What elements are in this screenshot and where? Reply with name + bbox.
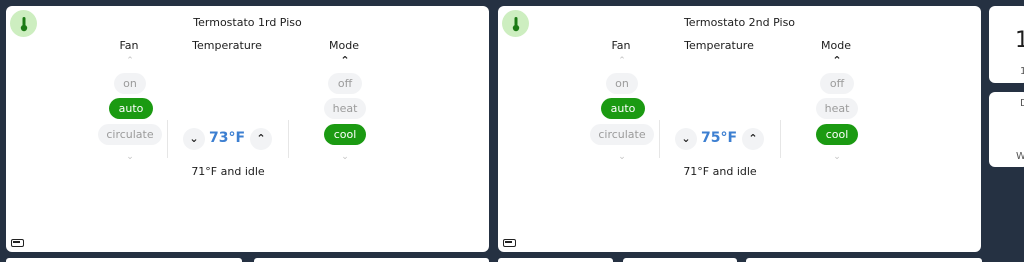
fan-option-auto[interactable]: auto	[109, 98, 153, 119]
mode-option-heat[interactable]: heat	[816, 98, 858, 119]
temp-increase-button[interactable]: ⌃	[742, 128, 764, 150]
mode-chevron-down-icon[interactable]: ⌄	[827, 152, 847, 162]
fan-chevron-down-icon[interactable]: ⌄	[612, 152, 632, 162]
next-row-card[interactable]	[498, 258, 613, 262]
mode-option-off[interactable]: off	[328, 73, 362, 94]
side-card-2[interactable]: D W	[989, 92, 1024, 167]
mode-chevron-down-icon[interactable]: ⌄	[335, 152, 355, 162]
next-row-card[interactable]	[254, 258, 489, 262]
fan-chevron-up-icon[interactable]: ⌃	[120, 56, 140, 66]
fan-option-on[interactable]: on	[606, 73, 638, 94]
side-card-value: 1	[1015, 28, 1024, 53]
mode-header: Mode	[329, 39, 359, 52]
side-card-label: W	[1016, 151, 1024, 162]
mode-option-cool[interactable]: cool	[816, 124, 858, 145]
current-status: 71°F and idle	[191, 165, 265, 178]
mode-chevron-up-icon[interactable]: ⌃	[335, 55, 355, 66]
mode-chevron-up-icon[interactable]: ⌃	[827, 55, 847, 66]
card-title: Termostato 1rd Piso	[193, 16, 302, 29]
next-row-card[interactable]	[746, 258, 982, 262]
divider	[780, 120, 781, 158]
thermostat-card-2: Termostato 2nd Piso Fan Temperature Mode…	[498, 6, 981, 252]
battery-icon	[11, 239, 24, 247]
fan-chevron-down-icon[interactable]: ⌄	[120, 152, 140, 162]
side-card-1[interactable]: 1 1	[989, 6, 1024, 83]
side-card-label: D	[1020, 98, 1024, 109]
battery-icon	[503, 239, 516, 247]
fan-option-auto[interactable]: auto	[601, 98, 645, 119]
mode-option-cool[interactable]: cool	[324, 124, 366, 145]
next-row-card[interactable]	[6, 258, 242, 262]
divider	[288, 120, 289, 158]
mode-option-heat[interactable]: heat	[324, 98, 366, 119]
temp-increase-button[interactable]: ⌃	[250, 128, 272, 150]
current-status: 71°F and idle	[683, 165, 757, 178]
fan-option-circulate[interactable]: circulate	[590, 124, 654, 145]
temperature-header: Temperature	[684, 39, 754, 52]
temp-decrease-button[interactable]: ⌄	[675, 128, 697, 150]
fan-option-on[interactable]: on	[114, 73, 146, 94]
mode-option-off[interactable]: off	[820, 73, 854, 94]
target-temperature: 75°F	[700, 130, 738, 146]
fan-chevron-up-icon[interactable]: ⌃	[612, 56, 632, 66]
card-title: Termostato 2nd Piso	[683, 16, 796, 29]
thermostat-card-1: Termostato 1rd Piso Fan Temperature Mode…	[6, 6, 489, 252]
target-temperature: 73°F	[208, 130, 246, 146]
side-card-label: 1	[1020, 66, 1024, 77]
divider	[659, 120, 660, 158]
fan-header: Fan	[611, 39, 631, 52]
fan-option-circulate[interactable]: circulate	[98, 124, 162, 145]
mode-header: Mode	[821, 39, 851, 52]
next-row-card[interactable]	[623, 258, 737, 262]
fan-header: Fan	[119, 39, 139, 52]
divider	[167, 120, 168, 158]
temp-decrease-button[interactable]: ⌄	[183, 128, 205, 150]
temperature-header: Temperature	[192, 39, 262, 52]
